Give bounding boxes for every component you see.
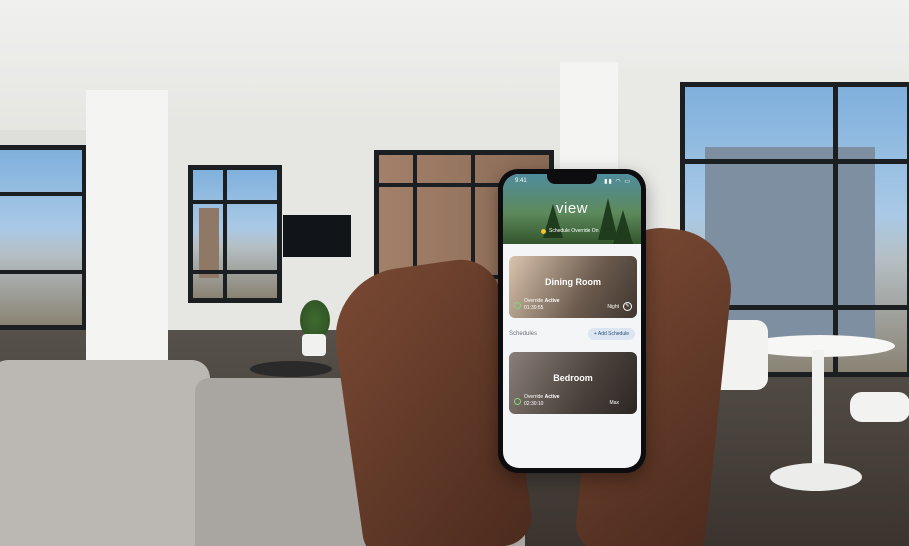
living-room-photo	[0, 0, 909, 546]
phone-screen: 9:41 ▮▮ ◠ ▭ view Schedule Override On Di…	[503, 174, 641, 468]
left-column	[86, 90, 168, 375]
room-card-bedroom[interactable]: Bedroom Override Active 02:30:10 Max	[509, 352, 637, 414]
table-stem	[812, 350, 824, 470]
room-title: Bedroom	[553, 373, 593, 383]
coffee-table	[250, 361, 332, 377]
wall-tv	[283, 215, 351, 257]
view-logo: view	[555, 200, 588, 217]
room-card-dining[interactable]: Dining Room Override Active 01:30:55 Nig…	[509, 256, 637, 318]
plant-pot	[302, 334, 326, 356]
hero-subtitle: Schedule Override On	[549, 228, 599, 234]
override-timer: 01:30:55	[524, 305, 544, 311]
edit-icon[interactable]: ✎	[623, 302, 632, 311]
schedules-row: Schedules + Add Schedule	[503, 323, 641, 347]
tint-level: Max	[609, 400, 619, 406]
override-status: Override Active	[524, 298, 560, 304]
table-base	[770, 463, 862, 491]
add-schedule-button[interactable]: + Add Schedule	[587, 328, 635, 340]
white-chair-right	[850, 392, 909, 422]
back-left-window	[188, 165, 282, 303]
override-status: Override Active	[524, 394, 560, 400]
signal-icon: ▮▮ ◠ ▭	[604, 179, 631, 185]
room-title: Dining Room	[545, 277, 601, 287]
tint-level: Night	[607, 304, 619, 310]
smartphone: 9:41 ▮▮ ◠ ▭ view Schedule Override On Di…	[498, 169, 646, 473]
status-time: 9:41	[515, 178, 527, 184]
left-window	[0, 145, 87, 330]
override-timer: 02:30:10	[524, 401, 544, 407]
status-dot-icon	[541, 229, 546, 234]
schedules-label: Schedules	[509, 331, 538, 337]
checkmark-icon	[514, 302, 521, 309]
phone-notch	[547, 174, 597, 184]
checkmark-icon	[514, 398, 521, 405]
sofa-back	[0, 360, 210, 546]
